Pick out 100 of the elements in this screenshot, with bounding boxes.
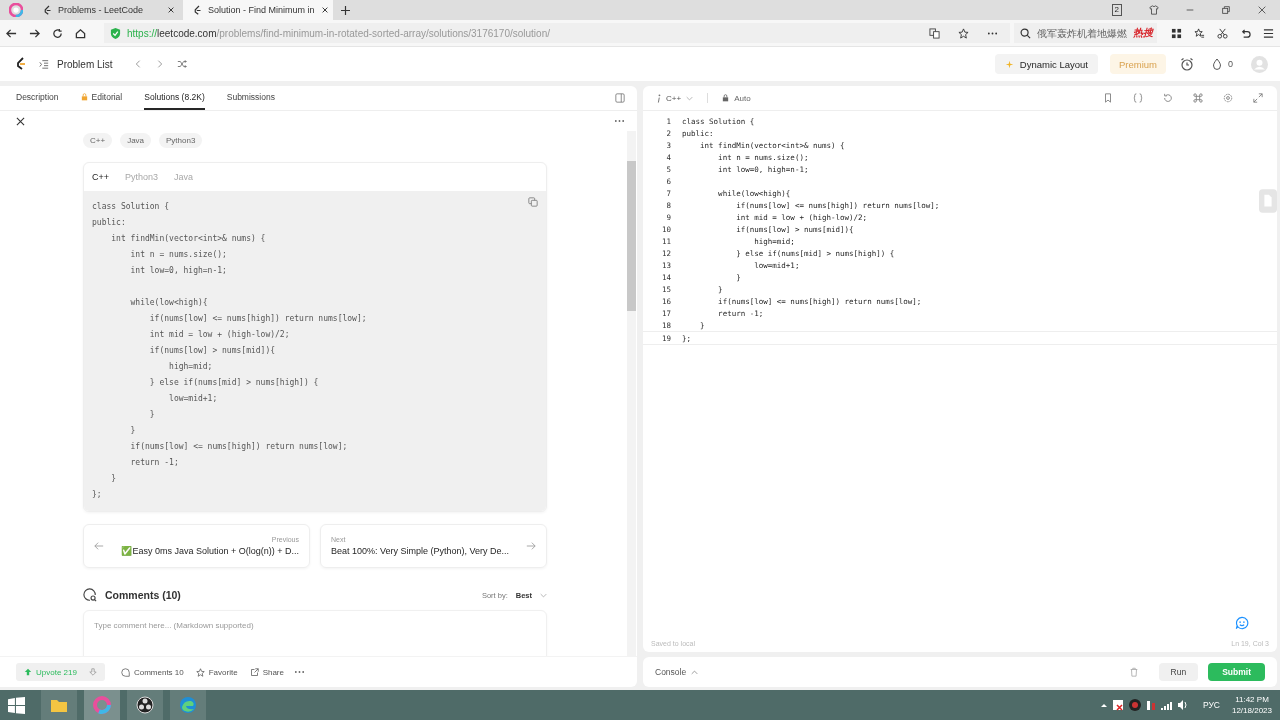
- expand-icon[interactable]: [1253, 93, 1263, 103]
- panel-tab[interactable]: Solutions (8.2K): [144, 86, 205, 110]
- shield-icon[interactable]: [110, 26, 121, 40]
- browser-tab[interactable]: Solution - Find Minimum in: [183, 0, 333, 20]
- problem-list-label[interactable]: Problem List: [57, 58, 113, 70]
- more-icon[interactable]: [294, 670, 305, 674]
- braces-icon[interactable]: [1133, 93, 1143, 103]
- code-line: int low=0, high=n-1;: [129, 265, 227, 277]
- sparkle-icon: [1004, 59, 1014, 69]
- panel-tab[interactable]: Submissions: [226, 86, 275, 110]
- language-tag[interactable]: Python3: [159, 133, 203, 148]
- arrow-left-icon: [94, 541, 104, 551]
- code-language-tab[interactable]: C++: [92, 172, 109, 182]
- back-icon[interactable]: [6, 27, 17, 39]
- lock-icon: [80, 93, 88, 101]
- clock-time[interactable]: 11:42 PM: [1235, 694, 1269, 705]
- info-icon: [657, 93, 661, 103]
- comment-search-icon: [83, 588, 97, 602]
- taskbar-app[interactable]: [127, 690, 163, 720]
- site-logo-icon: [193, 4, 202, 16]
- lock-icon[interactable]: [722, 94, 730, 102]
- forward-icon[interactable]: [29, 27, 40, 39]
- streak-count[interactable]: 0: [1228, 59, 1233, 69]
- next-title[interactable]: Beat 100%: Very Simple (Python), Very De...: [331, 546, 516, 556]
- search-icon[interactable]: [1020, 27, 1031, 39]
- command-icon[interactable]: [1193, 93, 1203, 103]
- bookmark-icon[interactable]: [1103, 93, 1113, 103]
- favorites-icon[interactable]: [1194, 27, 1205, 39]
- comments-button[interactable]: Comments 10: [118, 667, 186, 677]
- share-icon: [249, 667, 259, 677]
- code-line: int findMin(vector<int>& nums) {: [110, 233, 266, 245]
- favorite-button[interactable]: Favorite: [193, 667, 240, 677]
- language-label[interactable]: C++: [666, 93, 682, 103]
- code-line: };: [92, 489, 102, 501]
- tab-count-icon[interactable]: 2: [1111, 4, 1122, 16]
- console-label[interactable]: Console: [655, 667, 687, 677]
- address-bar[interactable]: https://leetcode.com/problems/find-minimum-in-rotated-sorted-array/solutions/3176170/solution/: [104, 23, 1010, 43]
- panel-tab[interactable]: Editorial: [80, 86, 123, 110]
- list-icon: [39, 59, 49, 69]
- close-icon[interactable]: [167, 6, 175, 14]
- clock-date[interactable]: 12/18/2023: [1231, 705, 1272, 716]
- code-line: }: [129, 425, 136, 437]
- menu-icon[interactable]: [1263, 27, 1274, 39]
- input-language-indicator[interactable]: РУС: [1202, 700, 1220, 710]
- code-line: public:: [92, 217, 126, 229]
- feedback-smiley-icon[interactable]: [1235, 616, 1249, 630]
- arrow-right-icon: [526, 541, 536, 551]
- close-icon[interactable]: [320, 6, 329, 14]
- code-line: if(nums[low] > nums[mid]){: [148, 345, 276, 357]
- home-icon[interactable]: [75, 27, 86, 39]
- code-line: }: [148, 409, 155, 421]
- reset-icon[interactable]: [1163, 93, 1173, 103]
- browser-tab[interactable]: Problems - LeetCode: [33, 0, 183, 20]
- share-button[interactable]: Share: [247, 667, 286, 677]
- code-line: }: [110, 473, 117, 485]
- close-icon[interactable]: [1257, 5, 1267, 15]
- settings-icon[interactable]: [1223, 93, 1233, 103]
- code-line: if(nums[low] <= nums[high]) return nums[low];: [148, 313, 367, 325]
- leetcode-logo-icon[interactable]: [15, 57, 27, 71]
- shirt-icon[interactable]: [1149, 5, 1159, 15]
- previous-title[interactable]: ✅Easy 0ms Java Solution + O(log(n)) + D...: [121, 546, 299, 556]
- hot-search-badge[interactable]: 热搜: [1133, 26, 1153, 40]
- dynamic-layout-button[interactable]: Dynamic Layout: [994, 54, 1098, 74]
- panel-tab[interactable]: Description: [16, 86, 59, 110]
- language-tag[interactable]: Java: [120, 133, 152, 148]
- language-tag[interactable]: C++: [83, 133, 113, 148]
- scrollbar[interactable]: [627, 131, 636, 656]
- run-button[interactable]: Run: [1158, 663, 1199, 681]
- scissors-icon[interactable]: [1217, 27, 1228, 39]
- problem-list-link[interactable]: Problem List: [39, 58, 113, 70]
- browser-logo-icon[interactable]: [9, 3, 23, 17]
- more-icon[interactable]: [614, 119, 625, 123]
- close-icon[interactable]: [16, 116, 25, 126]
- code-line: low=mid+1;: [168, 393, 218, 405]
- code-line: class Solution {: [92, 201, 170, 213]
- code-line: if(nums[low] <= nums[high]) return nums[low];: [129, 441, 348, 453]
- windows-start-icon[interactable]: [8, 696, 25, 714]
- alarm-clock-icon[interactable]: [1180, 57, 1194, 71]
- star-icon: [195, 667, 205, 677]
- translate-icon[interactable]: [929, 27, 940, 39]
- undo-icon[interactable]: [1240, 27, 1251, 39]
- reload-icon[interactable]: [52, 27, 63, 39]
- code-line: high=mid;: [168, 361, 213, 373]
- apps-grid-icon[interactable]: [1171, 27, 1182, 39]
- code-line: return -1;: [129, 457, 179, 469]
- mode-label[interactable]: Auto: [734, 93, 751, 103]
- comments-heading: Comments (10): [105, 589, 181, 601]
- search-field[interactable]: 俄军轰炸机着地爆燃 热搜: [1014, 23, 1157, 43]
- code-line: int mid = low + (high-low)/2;: [148, 329, 290, 341]
- comment-field[interactable]: Type comment here... (Markdown supported): [83, 610, 547, 656]
- new-tab-icon[interactable]: [341, 5, 350, 15]
- site-logo-icon: [43, 4, 52, 16]
- star-icon[interactable]: [958, 27, 969, 39]
- code-line: } else if(nums[mid] > nums[high]) {: [148, 377, 319, 389]
- arrow-up-icon: [24, 668, 32, 676]
- shuffle-icon[interactable]: [176, 59, 187, 69]
- url-text[interactable]: https://leetcode.com/problems/find-minimum-in-rotated-sorted-array/solutions/3176170/solution/: [127, 27, 550, 39]
- three-dot-circle-icon[interactable]: [135, 695, 155, 715]
- copy-icon[interactable]: [528, 197, 538, 207]
- restore-icon[interactable]: [1221, 5, 1231, 15]
